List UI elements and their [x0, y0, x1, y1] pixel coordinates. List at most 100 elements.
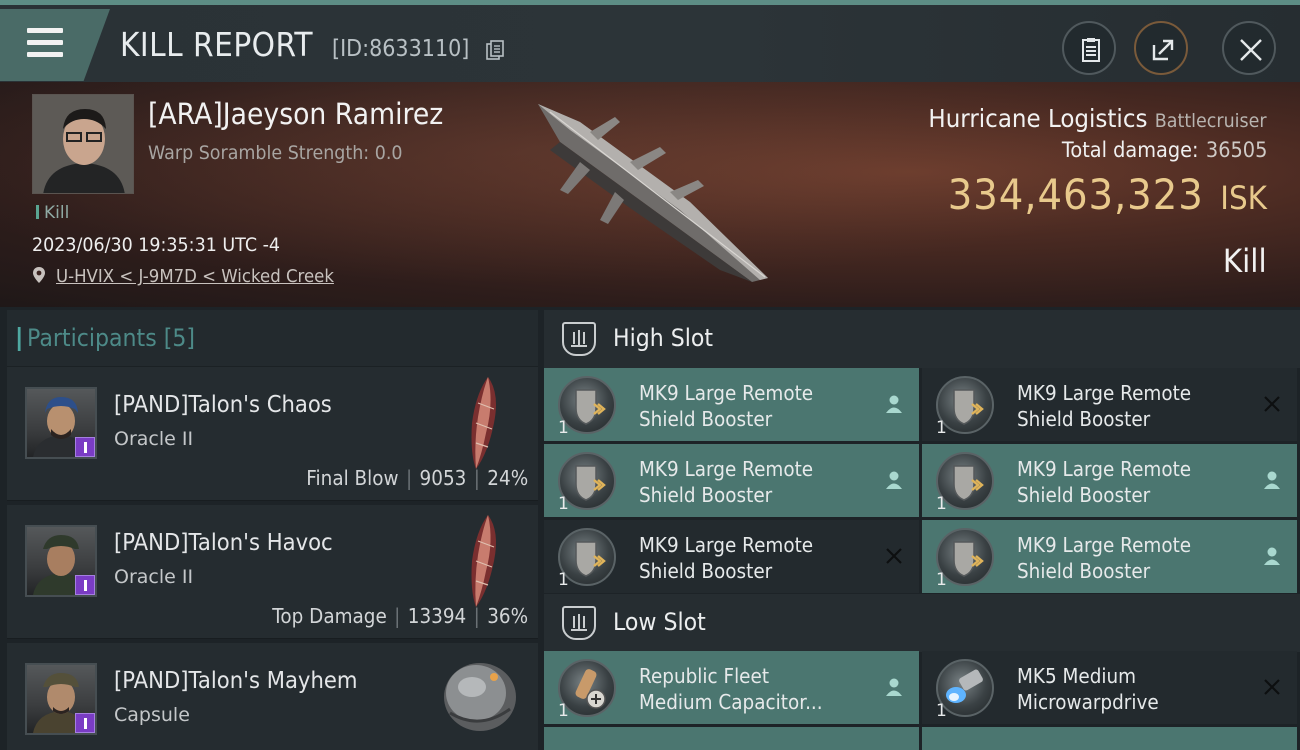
- participants-header: Participants [5]: [7, 310, 538, 367]
- participants-count: [5]: [163, 324, 196, 352]
- total-damage-label: Total damage:: [1061, 138, 1199, 162]
- module-quantity: 1: [936, 494, 947, 514]
- low-slot-label: Low Slot: [613, 608, 706, 636]
- kill-tag: Kill: [36, 203, 69, 223]
- kill-datetime: 2023/06/30 19:35:31 UTC -4: [32, 234, 281, 256]
- module-name: MK9 Large Remote Shield Booster: [639, 381, 814, 431]
- participant-role: Final Blow: [306, 466, 399, 490]
- dropped-person-icon: [886, 395, 902, 413]
- faction-badge-icon: [75, 437, 95, 457]
- faction-badge-icon: [75, 575, 95, 595]
- victim-avatar-image: [33, 95, 133, 193]
- participant-name: [PAND]Talon's Chaos: [114, 392, 332, 418]
- participants-title: Participants: [27, 324, 157, 352]
- module-item[interactable]: 1 MK9 Large Remote Shield Booster: [544, 520, 919, 593]
- location-pin-icon: [33, 267, 45, 283]
- participant-ship: Oracle II: [114, 566, 194, 588]
- close-icon: [1240, 39, 1262, 61]
- clipboard-button[interactable]: [1062, 21, 1116, 75]
- module-item[interactable]: 1 MK9 Large Remote Shield Booster: [544, 444, 919, 517]
- module-item[interactable]: 1 Republic Fleet Medium Capacitor...: [544, 651, 919, 724]
- destroyed-x-icon: [886, 548, 902, 564]
- module-name: MK9 Large Remote Shield Booster: [1017, 533, 1192, 583]
- kill-report-window: KILL REPORT [ID:8633110] [ARA]Jaeyson Ra…: [0, 0, 1300, 750]
- total-damage-value: 36505: [1205, 138, 1267, 162]
- participant-damage: 9053: [419, 466, 467, 490]
- participant-name: [PAND]Talon's Mayhem: [114, 668, 358, 694]
- dropped-person-icon: [1264, 471, 1280, 489]
- destroyed-x-icon: [1264, 396, 1280, 412]
- low-slot-icon: [562, 606, 596, 640]
- dropped-person-icon: [1264, 547, 1280, 565]
- high-slot-icon: [562, 322, 596, 356]
- participant-row[interactable]: [PAND]Talon's Chaos Oracle II Final Blow…: [7, 367, 538, 501]
- module-item[interactable]: 1 MK9 Large Remote Shield Booster: [922, 368, 1297, 441]
- oracle-ship-icon: [471, 377, 496, 469]
- avatar: [25, 525, 97, 597]
- kill-location[interactable]: U-HVIX < J-9M7D < Wicked Creek: [32, 266, 358, 287]
- menu-button[interactable]: [0, 9, 110, 81]
- victim-portrait[interactable]: [32, 94, 134, 194]
- victim-banner: [ARA]Jaeyson Ramirez Warp Soramble Stren…: [0, 82, 1300, 307]
- avatar: [25, 387, 97, 459]
- victim-ship-name: Hurricane Logistics Battlecruiser: [929, 104, 1267, 133]
- clipboard-icon: [1082, 38, 1100, 62]
- page-title: KILL REPORT: [120, 25, 314, 64]
- participants-label: Participants [5]: [17, 324, 196, 352]
- module-name: MK9 Large Remote Shield Booster: [639, 457, 814, 507]
- module-item[interactable]: 1 MK5 Medium Microwarpdrive: [922, 651, 1297, 724]
- module-quantity: 1: [936, 570, 947, 590]
- ship-name-text: Hurricane Logistics: [928, 104, 1148, 133]
- victim-ship-image: [538, 104, 768, 282]
- module-name: Republic Fleet Medium Capacitor...: [639, 664, 823, 714]
- oracle-ship-icon: [471, 515, 496, 607]
- module-item-partial[interactable]: [544, 727, 919, 750]
- participant-ship: Capsule: [114, 704, 190, 726]
- share-icon: [1152, 39, 1174, 61]
- module-name: MK9 Large Remote Shield Booster: [639, 533, 814, 583]
- module-item[interactable]: 1 MK9 Large Remote Shield Booster: [922, 444, 1297, 517]
- isk-unit: ISK: [1220, 179, 1267, 217]
- module-quantity: 1: [936, 701, 947, 721]
- module-item-partial[interactable]: [922, 727, 1297, 750]
- module-name: MK5 Medium Microwarpdrive: [1017, 664, 1159, 714]
- kill-type: Kill: [1223, 242, 1267, 280]
- participant-stats: Final Blow | 9053 | 24%: [306, 466, 528, 490]
- isk-value: 334,463,323 ISK: [948, 170, 1267, 219]
- close-button[interactable]: [1222, 21, 1276, 75]
- low-slot-header: Low Slot: [544, 594, 1300, 652]
- share-button[interactable]: [1134, 21, 1188, 75]
- participant-row[interactable]: [PAND]Talon's Havoc Oracle II Top Damage…: [7, 505, 538, 639]
- high-slot-header: High Slot: [544, 310, 1300, 368]
- victim-name: [ARA]Jaeyson Ramirez: [148, 97, 444, 131]
- hamburger-menu-icon: [27, 28, 63, 58]
- high-slot-label: High Slot: [613, 324, 714, 352]
- module-quantity: 1: [558, 570, 569, 590]
- participant-role: Top Damage: [272, 604, 387, 628]
- location-link[interactable]: U-HVIX < J-9M7D < Wicked Creek: [56, 266, 334, 287]
- warp-scramble-strength: Warp Soramble Strength: 0.0: [148, 142, 403, 164]
- copy-id-icon[interactable]: [486, 40, 504, 60]
- module-item[interactable]: 1 MK9 Large Remote Shield Booster: [922, 520, 1297, 593]
- module-quantity: 1: [936, 418, 947, 438]
- module-name: MK9 Large Remote Shield Booster: [1017, 457, 1192, 507]
- fitting-panel: High Slot 1 MK9 Large Remote Shield Boost…: [544, 310, 1300, 750]
- module-name: MK9 Large Remote Shield Booster: [1017, 381, 1192, 431]
- ship-class: Battlecruiser: [1155, 110, 1267, 132]
- participant-percent: 24%: [487, 466, 528, 490]
- module-item[interactable]: 1 MK9 Large Remote Shield Booster: [544, 368, 919, 441]
- dropped-person-icon: [886, 471, 902, 489]
- participant-ship: Oracle II: [114, 428, 194, 450]
- faction-badge-icon: [75, 713, 95, 733]
- destroyed-x-icon: [1264, 679, 1280, 695]
- participants-panel: Participants [5] [PAND]Talon's Chaos Ora…: [7, 310, 538, 750]
- capsule-ship-icon: [444, 663, 516, 731]
- participant-damage: 13394: [407, 604, 467, 628]
- participant-name: [PAND]Talon's Havoc: [114, 530, 333, 556]
- module-quantity: 1: [558, 418, 569, 438]
- module-quantity: 1: [558, 701, 569, 721]
- participant-row[interactable]: [PAND]Talon's Mayhem Capsule: [7, 643, 538, 750]
- module-quantity: 1: [558, 494, 569, 514]
- dropped-person-icon: [886, 678, 902, 696]
- participant-stats: Top Damage | 13394 | 36%: [272, 604, 528, 628]
